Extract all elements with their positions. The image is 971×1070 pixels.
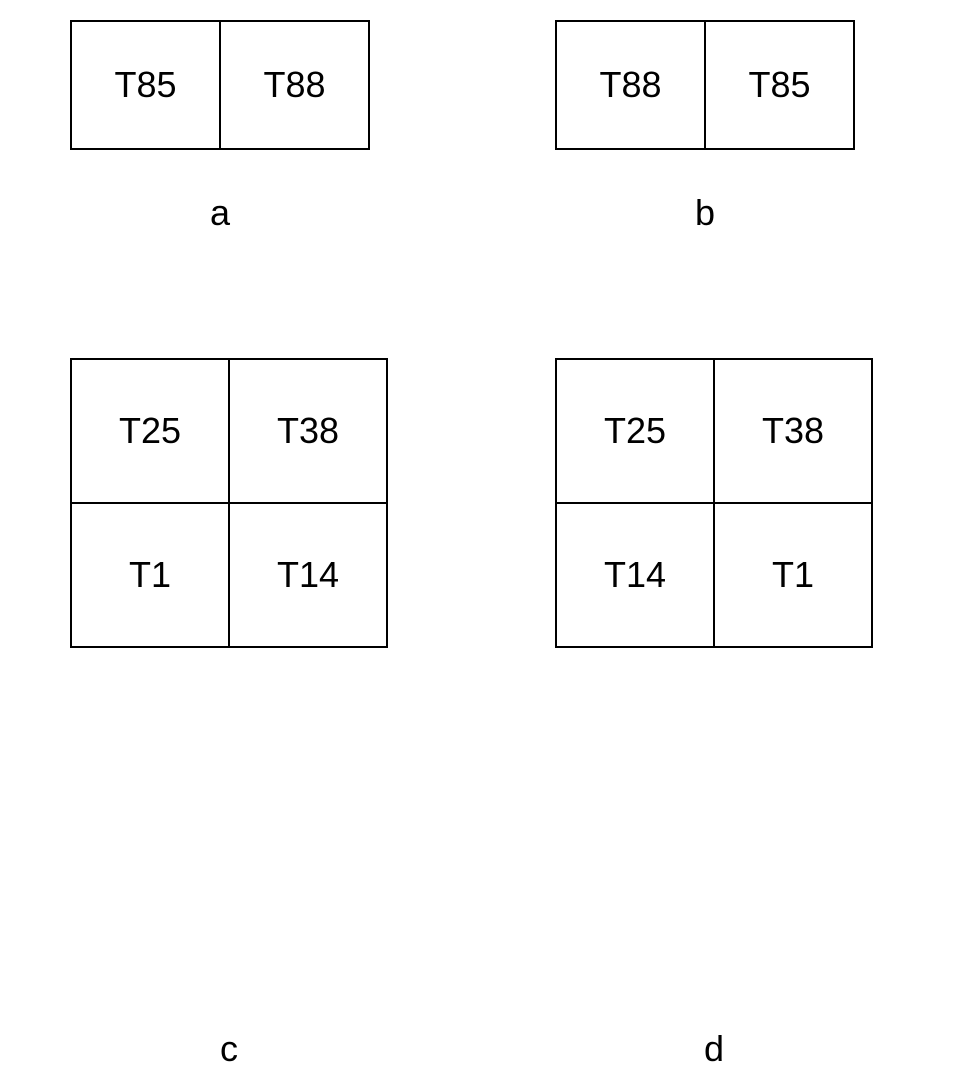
grid-a-cell-1: T88	[220, 22, 368, 148]
grid-b-cell-1: T85	[705, 22, 853, 148]
grid-c-cell-2: T1	[72, 503, 229, 646]
grid-b-container: T88 T85 b	[555, 20, 855, 150]
grid-a-container: T85 T88 a	[70, 20, 370, 150]
grid-c-cell-3: T14	[229, 503, 386, 646]
grid-a-cell-0: T85	[72, 22, 220, 148]
grid-c: T25 T38 T1 T14	[70, 358, 388, 648]
grid-b-label: b	[555, 192, 855, 234]
grid-c-container: T25 T38 T1 T14 c	[70, 358, 388, 648]
grid-c-cell-1: T38	[229, 360, 386, 503]
grid-d-cell-0: T25	[557, 360, 714, 503]
grid-d-label: d	[555, 1028, 873, 1070]
grid-d: T25 T38 T14 T1	[555, 358, 873, 648]
grid-a: T85 T88	[70, 20, 370, 150]
grid-c-label: c	[70, 1028, 388, 1070]
grid-d-container: T25 T38 T14 T1 d	[555, 358, 873, 648]
grid-d-cell-1: T38	[714, 360, 871, 503]
grid-b: T88 T85	[555, 20, 855, 150]
grid-c-cell-0: T25	[72, 360, 229, 503]
grid-d-cell-3: T1	[714, 503, 871, 646]
grid-b-cell-0: T88	[557, 22, 705, 148]
grid-d-cell-2: T14	[557, 503, 714, 646]
grid-a-label: a	[70, 192, 370, 234]
